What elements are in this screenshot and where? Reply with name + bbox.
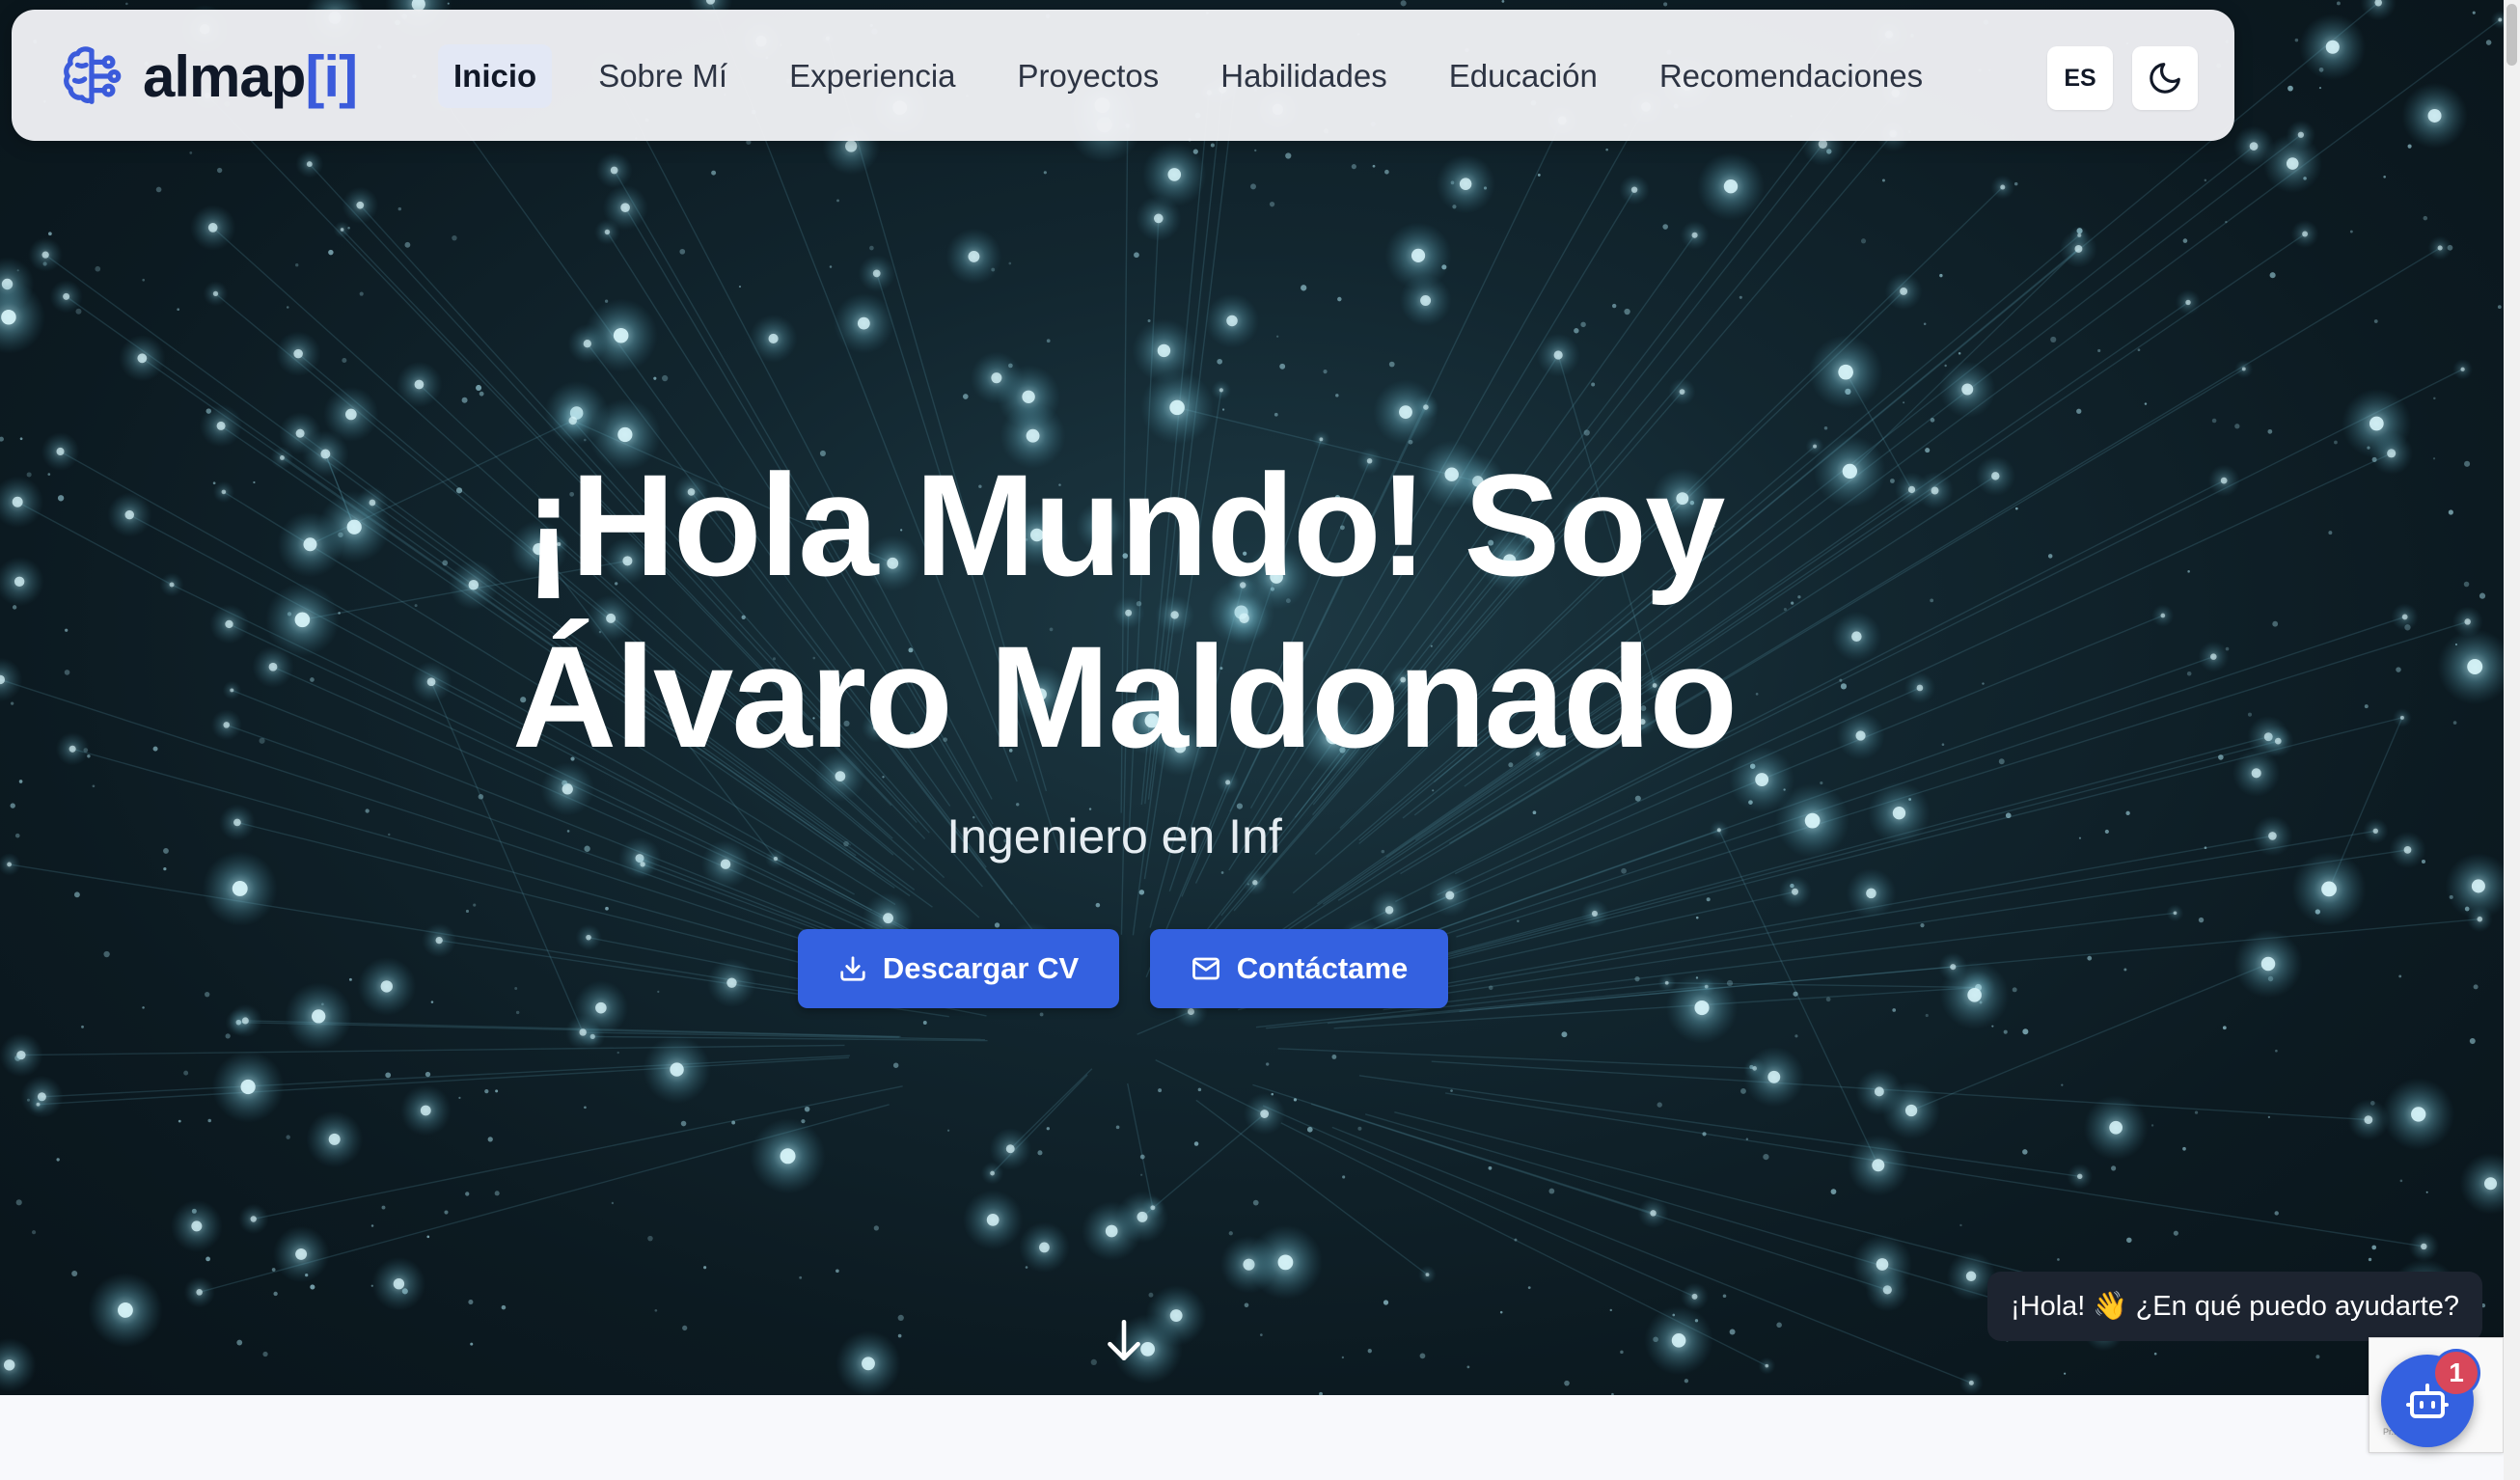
hero-title-line1: ¡Hola Mundo! Soy	[524, 444, 1726, 606]
nav-item-2[interactable]: Experiencia	[774, 44, 971, 108]
language-toggle[interactable]: ES	[2047, 46, 2113, 110]
nav-item-0[interactable]: Inicio	[438, 44, 553, 108]
brand-accent: [i]	[305, 43, 358, 109]
nav-item-5[interactable]: Educación	[1434, 44, 1613, 108]
download-icon	[840, 956, 865, 981]
contact-button[interactable]: Contáctame	[1150, 929, 1448, 1008]
scrollbar-thumb[interactable]	[2506, 4, 2517, 66]
theme-toggle[interactable]	[2132, 46, 2198, 110]
hero-title: ¡Hola Mundo! Soy Álvaro Maldonado	[328, 439, 1920, 782]
download-cv-label: Descargar CV	[882, 951, 1080, 985]
hero-section: ¡Hola Mundo! Soy Álvaro Maldonado Ingeni…	[0, 0, 2504, 1395]
nav-item-1[interactable]: Sobre Mí	[583, 44, 743, 108]
chat-greeting-bubble[interactable]: ¡Hola! 👋 ¿En qué puedo ayudarte?	[1987, 1272, 2482, 1353]
hero-subtitle: Ingeniero en Inf	[946, 809, 1282, 863]
brain-icon	[64, 46, 122, 104]
arrow-down-icon[interactable]	[1100, 1316, 1148, 1364]
scrollbar[interactable]	[2504, 0, 2520, 1480]
notification-badge: 1	[2432, 1349, 2480, 1397]
nav-item-6[interactable]: Recomendaciones	[1644, 44, 1938, 108]
nav-item-3[interactable]: Proyectos	[1002, 44, 1175, 108]
mail-icon	[1192, 957, 1219, 980]
download-cv-button[interactable]: Descargar CV	[798, 929, 1119, 1008]
page: ¡Hola Mundo! Soy Álvaro Maldonado Ingeni…	[0, 0, 2520, 1480]
moon-icon	[2150, 63, 2180, 94]
nav-item-4[interactable]: Habilidades	[1205, 44, 1402, 108]
brand-name: almap[i]	[143, 43, 358, 109]
hero-title-line2: Álvaro Maldonado	[511, 616, 1738, 778]
brand-logo[interactable]: almap[i]	[58, 42, 358, 110]
contact-label: Contáctame	[1236, 951, 1409, 985]
next-section	[0, 1395, 2504, 1480]
nav-links: Inicio Sobre Mí Experiencia Proyectos Habili…	[438, 44, 1969, 108]
navbar: almap[i] Inicio Sobre Mí Experiencia Proyec…	[12, 10, 2234, 141]
